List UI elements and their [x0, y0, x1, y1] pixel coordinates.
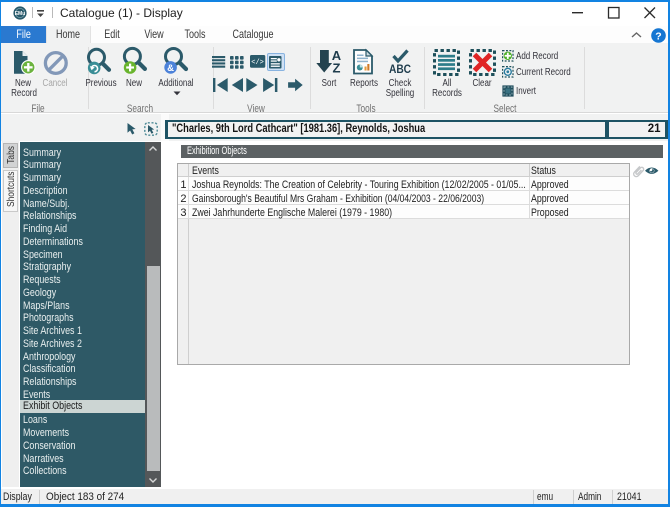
svg-text:?: ?: [655, 30, 661, 42]
svg-text:EMu: EMu: [15, 11, 26, 17]
svg-text:&: &: [167, 63, 174, 74]
svg-text:</>: </>: [251, 59, 264, 67]
svg-text:Z: Z: [333, 61, 341, 76]
